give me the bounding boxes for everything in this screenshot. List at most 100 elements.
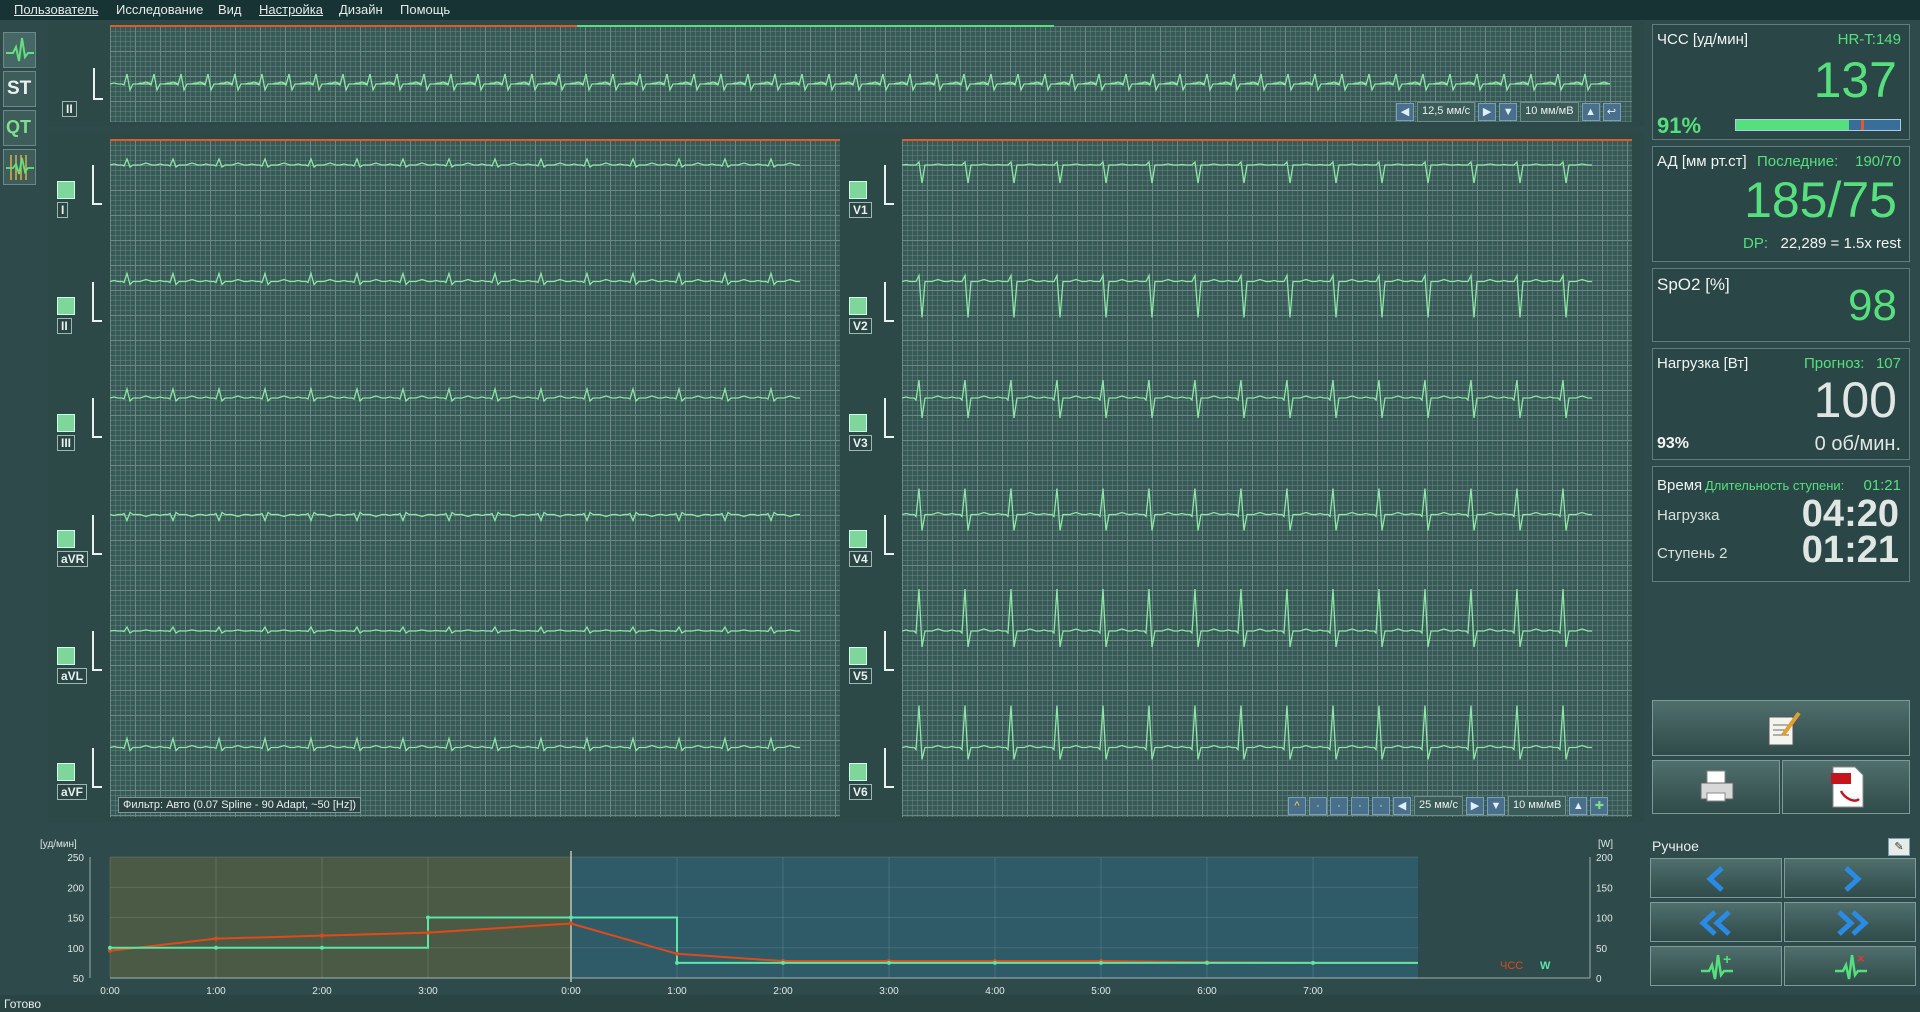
hr-target-mark [1861, 120, 1864, 130]
menu-help[interactable]: Помощь [400, 2, 450, 17]
rhythm-lead-label[interactable]: II [62, 101, 77, 117]
main-controls: ^ · · · · ◀ 25 мм/с ▶ ▼ 10 мм/мВ ▲ ✚ [1288, 796, 1609, 816]
menu-study[interactable]: Исследование [116, 2, 203, 17]
manual-edit-icon[interactable]: ✎ [1888, 838, 1910, 856]
trace-aVL [110, 625, 800, 634]
hr-point [569, 921, 573, 926]
lead-select-aVF[interactable] [57, 763, 75, 781]
lead-label-aVR[interactable]: aVR [57, 551, 89, 567]
first-stage-button[interactable] [1650, 902, 1782, 942]
tool-b-icon[interactable]: · [1330, 797, 1348, 815]
lead-select-V5[interactable] [849, 647, 867, 665]
tool-d-icon[interactable]: · [1372, 797, 1390, 815]
tool-c-icon[interactable]: · [1351, 797, 1369, 815]
lead-label-II[interactable]: II [57, 318, 72, 334]
lead-select-V6[interactable] [849, 763, 867, 781]
gain-up-icon[interactable]: ▲ [1581, 103, 1600, 121]
lead-select-V2[interactable] [849, 297, 867, 315]
rhythm-trace [110, 73, 1611, 93]
st-analysis-button[interactable]: ST [3, 71, 36, 107]
add-event-button[interactable]: + [1650, 946, 1782, 986]
gain-down-icon[interactable]: ▼ [1486, 797, 1505, 815]
menu-view[interactable]: Вид [218, 2, 242, 17]
marker-icon[interactable]: ✚ [1590, 797, 1609, 815]
lead-label-V5[interactable]: V5 [849, 668, 872, 684]
dp-value: 22,289 = 1.5x rest [1780, 235, 1902, 252]
hr-label: ЧСС [уд/мин] [1657, 31, 1749, 48]
menu-design[interactable]: Дизайн [339, 2, 383, 17]
bp-last-value: 190/70 [1855, 153, 1901, 170]
lead-label-aVL[interactable]: aVL [57, 668, 88, 684]
w-point [1205, 960, 1209, 965]
trend-chart: [уд/мин] [W] 250 200 150 100 50 200 150 100 50 0 0:0… [0, 833, 1645, 1007]
cal-aVL [92, 631, 102, 671]
lead-select-aVL[interactable] [57, 647, 75, 665]
rhythm-speed: 12,5 мм/с [1417, 102, 1476, 122]
next-stage-button[interactable] [1784, 858, 1916, 898]
lead-select-III[interactable] [57, 414, 75, 432]
menu-user[interactable]: Пользователь [14, 2, 98, 17]
svg-text:×: × [1857, 951, 1865, 966]
lead-label-I[interactable]: I [57, 202, 69, 218]
right-tick-label: 100 [1596, 914, 1613, 925]
pdf-icon [1831, 766, 1864, 808]
limb-leads-waveforms [110, 157, 800, 752]
hr-point [214, 936, 218, 941]
peak-icon[interactable]: ^ [1288, 797, 1306, 815]
hr-value: 137 [1813, 52, 1897, 108]
lead-select-I[interactable] [57, 181, 75, 199]
legend-hr: ЧСС [1500, 960, 1523, 972]
w-point [887, 960, 891, 965]
st-label: ST [7, 78, 32, 99]
w-point [569, 915, 573, 920]
right-tick-label: 150 [1596, 883, 1613, 894]
dp-label: DP: [1743, 235, 1769, 252]
load-percent: 93% [1657, 435, 1690, 452]
tool-a-icon[interactable]: · [1309, 797, 1327, 815]
remove-event-button[interactable]: × [1784, 946, 1916, 986]
lead-label-aVF[interactable]: aVF [57, 784, 88, 800]
last-stage-button[interactable] [1784, 902, 1916, 942]
stage-duration-value: 01:21 [1863, 477, 1901, 494]
hr-progress-fill [1736, 120, 1850, 130]
load-time-label: Нагрузка [1657, 507, 1720, 524]
back-icon[interactable]: ↩ [1602, 103, 1621, 121]
limb-leads-grid [110, 140, 840, 817]
filter-info[interactable]: Фильтр: Авто (0.07 Spline - 90 Adapt, ~5… [118, 797, 362, 813]
lead-label-V3[interactable]: V3 [849, 435, 872, 451]
lead-label-V2[interactable]: V2 [849, 318, 872, 334]
speed-up-icon[interactable]: ▶ [1465, 797, 1484, 815]
prev-stage-button[interactable] [1650, 858, 1782, 898]
lead-select-aVR[interactable] [57, 530, 75, 548]
lead-label-V1[interactable]: V1 [849, 202, 872, 218]
gain-down-icon[interactable]: ▼ [1499, 103, 1518, 121]
lead-label-V6[interactable]: V6 [849, 784, 872, 800]
report-edit-button[interactable] [1652, 700, 1910, 756]
speed-up-icon[interactable]: ▶ [1478, 103, 1497, 121]
w-point [108, 945, 112, 950]
pdf-export-button[interactable] [1782, 760, 1910, 814]
ecg-view-button[interactable] [3, 32, 36, 68]
time-panel: Время Длительность ступени: 01:21 Нагруз… [1652, 466, 1910, 582]
qt-label: QT [6, 117, 31, 137]
gain-up-icon[interactable]: ▲ [1569, 797, 1588, 815]
ecg-icon [6, 37, 34, 62]
trace-aVF [110, 736, 800, 752]
lead-select-V1[interactable] [849, 181, 867, 199]
hr-progress-bar [1735, 119, 1901, 131]
lead-label-III[interactable]: III [57, 435, 76, 451]
lead-select-V4[interactable] [849, 530, 867, 548]
speed-down-icon[interactable]: ◀ [1393, 797, 1411, 815]
printer-icon [1700, 770, 1734, 802]
w-point [426, 915, 430, 920]
lead-label-V4[interactable]: V4 [849, 551, 872, 567]
qt-analysis-button[interactable]: QT [3, 110, 36, 146]
menu-settings[interactable]: Настройка [259, 2, 323, 17]
speed-down-icon[interactable]: ◀ [1396, 103, 1414, 121]
print-button[interactable] [1652, 760, 1780, 814]
cal-V5 [884, 631, 894, 671]
lead-select-V3[interactable] [849, 414, 867, 432]
lead-select-II[interactable] [57, 297, 75, 315]
trace-V3 [902, 379, 1592, 419]
grid-view-button[interactable] [3, 149, 36, 185]
